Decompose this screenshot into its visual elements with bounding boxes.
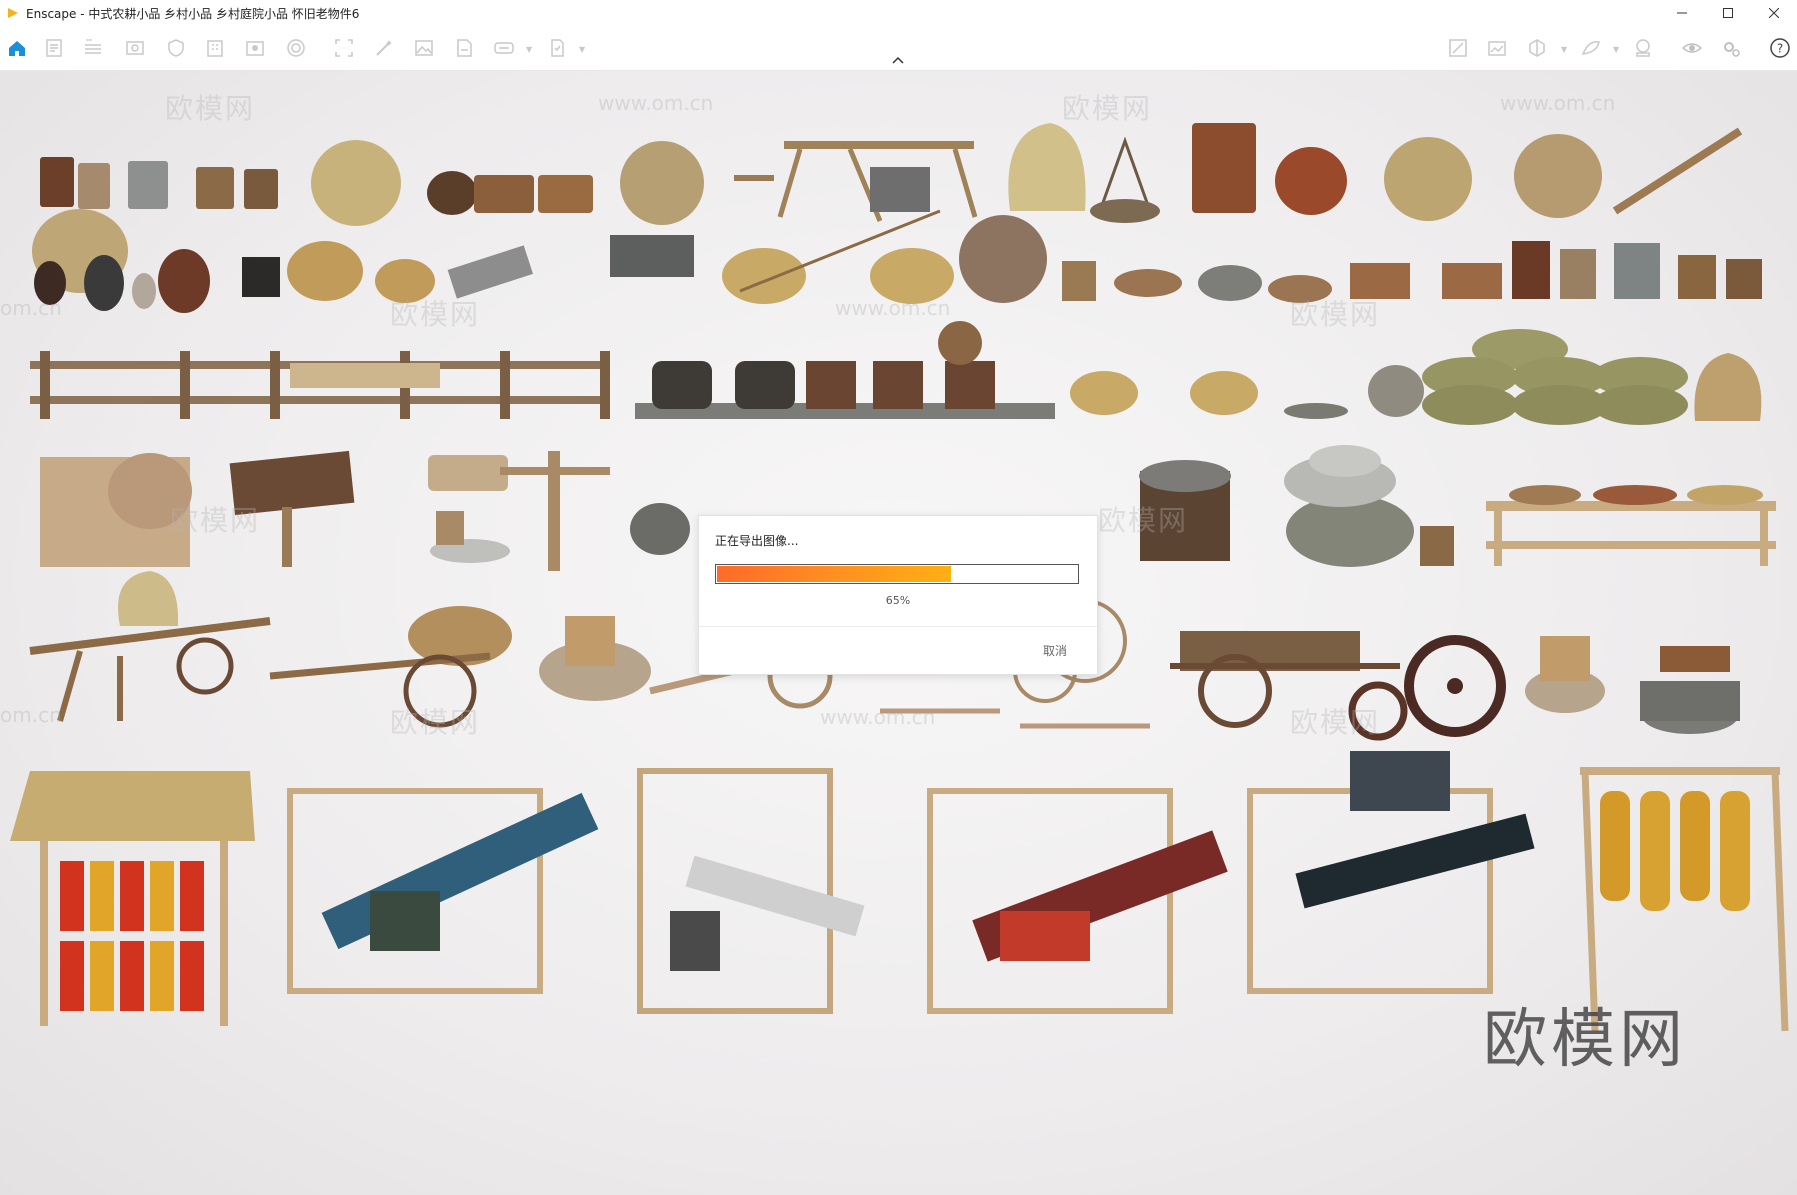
dialog-title: 正在导出图像... (715, 534, 799, 548)
crop-icon[interactable] (333, 37, 355, 59)
hanging-baskets-pole (1070, 365, 1424, 419)
close-icon (1769, 8, 1779, 18)
watermark-brand: 欧模网 (170, 504, 261, 537)
material-icon[interactable] (1580, 37, 1602, 59)
close-button[interactable] (1751, 0, 1797, 26)
watermark-url: www.om.cn (820, 705, 936, 729)
main-toolbar: ▼ ▼ ▼ ▼ ? (0, 26, 1797, 71)
view-icon[interactable] (124, 37, 146, 59)
cube-icon[interactable] (1526, 37, 1548, 59)
watermark-brand: 欧模网 (390, 298, 481, 331)
watermark-url: www.om.cn (1500, 91, 1616, 115)
chevron-down-icon[interactable]: ▼ (1561, 45, 1567, 54)
loom-dark (1247, 751, 1535, 994)
svg-text:?: ? (1777, 42, 1783, 56)
settings-icon[interactable] (1720, 37, 1742, 59)
dustpan-basket (1694, 353, 1762, 421)
water-wheel-press (539, 616, 651, 701)
chevron-down-icon[interactable]: ▼ (579, 45, 585, 54)
brand-watermark-large: 欧模网 (1483, 1003, 1687, 1077)
export-pdf-icon[interactable] (453, 37, 475, 59)
wooden-fence (30, 351, 610, 419)
watermark-url: om.cn (0, 296, 62, 320)
well-windlass (428, 451, 610, 571)
collapse-toolbar-chevron-icon[interactable] (891, 56, 905, 65)
cancel-button[interactable]: 取消 (1043, 642, 1067, 659)
carrying-baskets (722, 209, 954, 304)
image-icon[interactable] (413, 37, 435, 59)
batch-export-icon[interactable] (546, 37, 568, 59)
watermark-brand: 欧模网 (1062, 92, 1153, 125)
clay-pots (652, 321, 995, 409)
loom-red-cloth (927, 788, 1228, 1014)
watermark-brand: 欧模网 (390, 706, 481, 739)
asset-library-icon[interactable] (1447, 37, 1469, 59)
home-icon[interactable] (6, 37, 28, 59)
document-icon[interactable] (43, 37, 65, 59)
shield-icon[interactable] (165, 37, 187, 59)
sieve-tray (1514, 134, 1602, 218)
building-icon[interactable] (204, 37, 226, 59)
long-table-with-bowls (1486, 485, 1776, 566)
woven-basket (287, 241, 363, 301)
loom-gray (637, 768, 865, 1014)
chevron-down-icon[interactable]: ▼ (1613, 45, 1619, 54)
loom-blue-cloth (287, 788, 599, 994)
watermark-brand: 欧模网 (1098, 504, 1189, 537)
grain-sack (1008, 123, 1086, 211)
screenshot-icon[interactable] (1486, 37, 1508, 59)
bamboo-hat (620, 141, 704, 225)
thatched-chili-rack (10, 771, 255, 1026)
progress-bar-fill (717, 566, 951, 582)
vr-headset-icon[interactable] (1632, 37, 1654, 59)
stone-roller (447, 245, 533, 299)
tall-barrel (1192, 123, 1256, 213)
chevron-down-icon[interactable]: ▼ (526, 45, 532, 54)
grain-bags-pile (1422, 329, 1688, 425)
maximize-icon (1723, 8, 1733, 18)
magic-wand-icon[interactable] (373, 37, 395, 59)
panorama-360-icon[interactable] (493, 37, 515, 59)
dialog-divider (699, 626, 1097, 627)
progress-bar (715, 564, 1079, 584)
conical-hat (1275, 147, 1347, 215)
wooden-bench-table (734, 141, 978, 222)
row-of-buckets (1512, 241, 1762, 299)
watermark-url: www.om.cn (598, 91, 714, 115)
bim-list-icon[interactable] (82, 37, 104, 59)
woven-tray (1384, 137, 1472, 221)
wooden-buckets (40, 157, 278, 209)
book-icon[interactable] (244, 37, 266, 59)
window-title: Enscape - 中式农耕小品 乡村小品 乡村庭院小品 怀旧老物件6 (26, 6, 360, 21)
wheelbarrow-with-sack (29, 571, 271, 722)
watermark-url: www.om.cn (835, 296, 951, 320)
stone-mill (610, 235, 694, 277)
watermark-brand: 欧模网 (1290, 706, 1381, 739)
plough (1612, 127, 1743, 215)
watermark-url: om.cn (0, 703, 62, 727)
enscape-logo-icon (8, 8, 18, 18)
minimize-button[interactable] (1659, 0, 1705, 26)
steamer-baskets (427, 171, 593, 215)
sphere-icon[interactable] (285, 37, 307, 59)
press-and-well (1525, 636, 1740, 734)
round-winnowing-tray (311, 140, 401, 226)
export-progress-dialog: 正在导出图像... 65% 取消 (698, 515, 1098, 675)
minimize-icon (1677, 12, 1687, 14)
stone-grinder-partial (630, 503, 690, 555)
progress-percent-label: 65% (885, 594, 911, 607)
title-bar: Enscape - 中式农耕小品 乡村小品 乡村庭院小品 怀旧老物件6 (0, 0, 1797, 26)
eye-icon[interactable] (1681, 37, 1703, 59)
wooden-wheel-lid (959, 215, 1047, 303)
watermark-brand: 欧模网 (1290, 298, 1381, 331)
maximize-button[interactable] (1705, 0, 1751, 26)
help-icon[interactable]: ? (1769, 37, 1791, 59)
lantern (242, 257, 280, 297)
watermark-brand: 欧模网 (165, 92, 256, 125)
